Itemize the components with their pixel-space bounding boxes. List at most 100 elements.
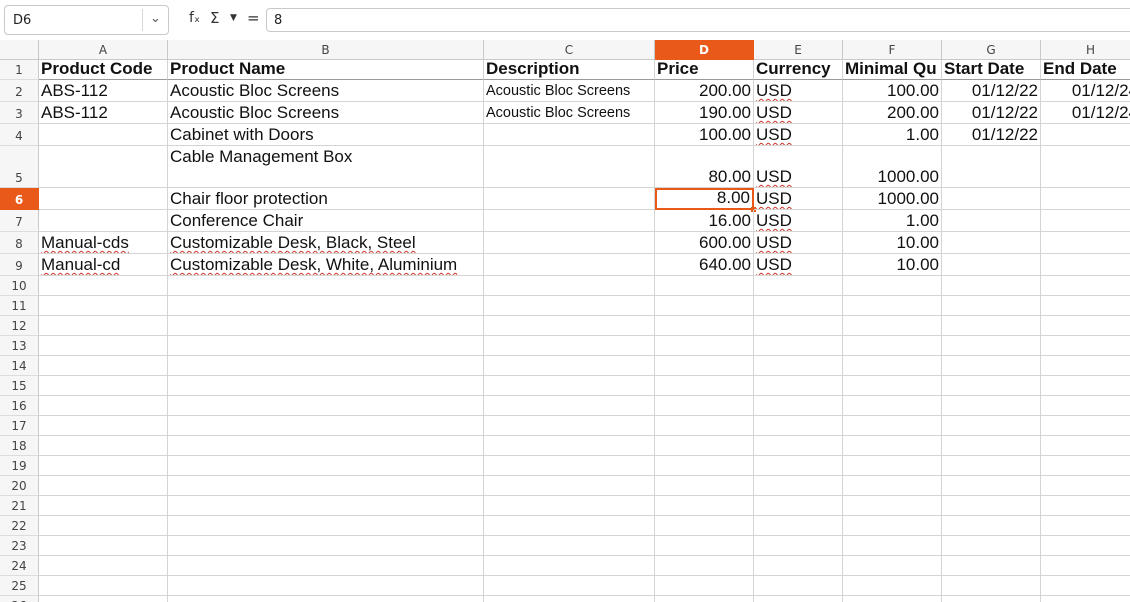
cell-d6[interactable]: 8.00	[655, 188, 754, 210]
cell-b16[interactable]	[168, 396, 484, 416]
cell-d21[interactable]	[655, 496, 754, 516]
cell-f2[interactable]: 100.00	[843, 80, 942, 102]
cell-g6[interactable]	[942, 188, 1041, 210]
function-wizard-icon[interactable]: fₓ	[189, 10, 200, 26]
cell-g24[interactable]	[942, 556, 1041, 576]
cell-d23[interactable]	[655, 536, 754, 556]
cell-b5[interactable]: Cable Management Box	[168, 146, 484, 188]
cell-b11[interactable]	[168, 296, 484, 316]
cell-h26[interactable]	[1041, 596, 1130, 602]
row-header-13[interactable]: 13	[0, 336, 39, 356]
cell-f5[interactable]: 1000.00	[843, 146, 942, 188]
cell-h8[interactable]	[1041, 232, 1130, 254]
cell-d8[interactable]: 600.00	[655, 232, 754, 254]
cell-d16[interactable]	[655, 396, 754, 416]
cell-e21[interactable]	[754, 496, 843, 516]
cell-h21[interactable]	[1041, 496, 1130, 516]
cell-a4[interactable]	[39, 124, 168, 146]
cell-a26[interactable]	[39, 596, 168, 602]
cell-a15[interactable]	[39, 376, 168, 396]
cell-h22[interactable]	[1041, 516, 1130, 536]
select-all-corner[interactable]	[0, 40, 39, 60]
cell-f8[interactable]: 10.00	[843, 232, 942, 254]
row-header-9[interactable]: 9	[0, 254, 39, 276]
cell-d7[interactable]: 16.00	[655, 210, 754, 232]
cell-h10[interactable]	[1041, 276, 1130, 296]
cell-b24[interactable]	[168, 556, 484, 576]
cell-c17[interactable]	[484, 416, 655, 436]
cell-f20[interactable]	[843, 476, 942, 496]
cell-b14[interactable]	[168, 356, 484, 376]
column-header-e[interactable]: E	[754, 40, 843, 60]
cell-f7[interactable]: 1.00	[843, 210, 942, 232]
cell-g22[interactable]	[942, 516, 1041, 536]
cell-b13[interactable]	[168, 336, 484, 356]
cell-h7[interactable]	[1041, 210, 1130, 232]
row-header-24[interactable]: 24	[0, 556, 39, 576]
cell-e22[interactable]	[754, 516, 843, 536]
row-header-8[interactable]: 8	[0, 232, 39, 254]
cell-d22[interactable]	[655, 516, 754, 536]
cell-c16[interactable]	[484, 396, 655, 416]
cell-e2[interactable]: USD	[754, 80, 843, 102]
cell-a19[interactable]	[39, 456, 168, 476]
cell-e19[interactable]	[754, 456, 843, 476]
cell-b20[interactable]	[168, 476, 484, 496]
cell-d25[interactable]	[655, 576, 754, 596]
cell-h15[interactable]	[1041, 376, 1130, 396]
cell-e3[interactable]: USD	[754, 102, 843, 124]
column-header-b[interactable]: B	[168, 40, 484, 60]
cell-b9[interactable]: Customizable Desk, White, Aluminium	[168, 254, 484, 276]
cell-b12[interactable]	[168, 316, 484, 336]
cell-a2[interactable]: ABS-112	[39, 80, 168, 102]
cell-c14[interactable]	[484, 356, 655, 376]
row-header-12[interactable]: 12	[0, 316, 39, 336]
cell-e1[interactable]: Currency	[754, 60, 843, 80]
cell-e23[interactable]	[754, 536, 843, 556]
cell-d24[interactable]	[655, 556, 754, 576]
cell-e4[interactable]: USD	[754, 124, 843, 146]
row-header-14[interactable]: 14	[0, 356, 39, 376]
cell-f11[interactable]	[843, 296, 942, 316]
cell-g9[interactable]	[942, 254, 1041, 276]
row-header-3[interactable]: 3	[0, 102, 39, 124]
cell-b22[interactable]	[168, 516, 484, 536]
row-header-7[interactable]: 7	[0, 210, 39, 232]
cell-f16[interactable]	[843, 396, 942, 416]
cell-e9[interactable]: USD	[754, 254, 843, 276]
cell-f4[interactable]: 1.00	[843, 124, 942, 146]
column-header-d[interactable]: D	[655, 40, 754, 60]
row-header-5[interactable]: 5	[0, 146, 39, 188]
cell-b7[interactable]: Conference Chair	[168, 210, 484, 232]
cell-b18[interactable]	[168, 436, 484, 456]
cell-c13[interactable]	[484, 336, 655, 356]
cell-d18[interactable]	[655, 436, 754, 456]
cell-f9[interactable]: 10.00	[843, 254, 942, 276]
cell-d11[interactable]	[655, 296, 754, 316]
cell-h20[interactable]	[1041, 476, 1130, 496]
cell-b25[interactable]	[168, 576, 484, 596]
cell-c4[interactable]	[484, 124, 655, 146]
cell-f22[interactable]	[843, 516, 942, 536]
cell-c8[interactable]	[484, 232, 655, 254]
cell-h24[interactable]	[1041, 556, 1130, 576]
cell-g12[interactable]	[942, 316, 1041, 336]
cell-b19[interactable]	[168, 456, 484, 476]
row-header-26[interactable]: 26	[0, 596, 39, 602]
cell-g2[interactable]: 01/12/22	[942, 80, 1041, 102]
cell-c25[interactable]	[484, 576, 655, 596]
cell-d15[interactable]	[655, 376, 754, 396]
cell-g3[interactable]: 01/12/22	[942, 102, 1041, 124]
cell-a10[interactable]	[39, 276, 168, 296]
cell-d20[interactable]	[655, 476, 754, 496]
cell-e16[interactable]	[754, 396, 843, 416]
row-header-2[interactable]: 2	[0, 80, 39, 102]
cell-c26[interactable]	[484, 596, 655, 602]
cell-c5[interactable]	[484, 146, 655, 188]
sum-dropdown-icon[interactable]: ▼	[230, 13, 237, 23]
row-header-6[interactable]: 6	[0, 188, 39, 210]
row-header-1[interactable]: 1	[0, 60, 39, 80]
cell-g23[interactable]	[942, 536, 1041, 556]
cell-a18[interactable]	[39, 436, 168, 456]
cell-c21[interactable]	[484, 496, 655, 516]
